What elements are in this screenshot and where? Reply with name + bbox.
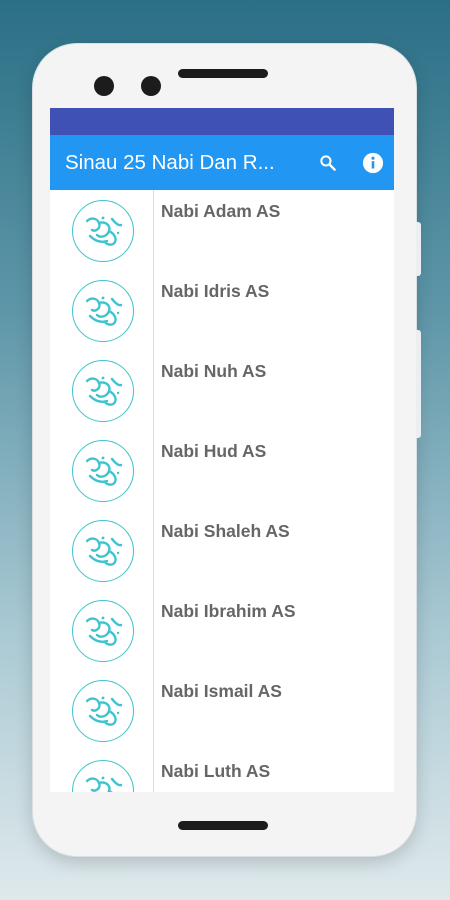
list-item[interactable]: Nabi Luth AS [50, 750, 394, 792]
list-item-thumbnail [50, 270, 154, 350]
status-bar [50, 108, 394, 135]
muhammad-calligraphy-icon [72, 760, 134, 792]
list-item-label: Nabi Shaleh AS [161, 521, 290, 541]
list-item[interactable]: Nabi Idris AS [50, 270, 394, 350]
list-item-thumbnail [50, 350, 154, 430]
muhammad-calligraphy-icon [72, 360, 134, 422]
phone-camera [94, 76, 114, 96]
app-title: Sinau 25 Nabi Dan R... [65, 151, 275, 174]
list-item[interactable]: Nabi Ibrahim AS [50, 590, 394, 670]
list-item[interactable]: Nabi Shaleh AS [50, 510, 394, 590]
muhammad-calligraphy-icon [72, 200, 134, 262]
list-item-label: Nabi Adam AS [161, 201, 281, 221]
list-item-label: Nabi Idris AS [161, 281, 270, 301]
muhammad-calligraphy-icon [72, 600, 134, 662]
app-screen: Sinau 25 Nabi Dan R... Nabi Adam AS Nabi … [50, 108, 394, 792]
search-button[interactable] [314, 149, 341, 176]
phone-volume-button [416, 330, 421, 438]
muhammad-calligraphy-icon [72, 520, 134, 582]
app-bar: Sinau 25 Nabi Dan R... [50, 135, 394, 190]
muhammad-calligraphy-icon [72, 440, 134, 502]
muhammad-calligraphy-icon [72, 680, 134, 742]
list-item[interactable]: Nabi Adam AS [50, 190, 394, 270]
list-item-thumbnail [50, 670, 154, 750]
phone-speaker [178, 69, 268, 78]
phone-sensor [141, 76, 161, 96]
info-button[interactable] [359, 149, 386, 176]
list-item-label: Nabi Luth AS [161, 761, 271, 781]
list-item-label: Nabi Hud AS [161, 441, 267, 461]
phone-home-bar [178, 821, 268, 830]
list-item-label: Nabi Ibrahim AS [161, 601, 296, 621]
prophet-list: Nabi Adam AS Nabi Idris AS Nabi Nuh AS Nabi… [50, 190, 394, 792]
list-item-label: Nabi Ismail AS [161, 681, 282, 701]
list-item-thumbnail [50, 430, 154, 510]
info-icon [362, 152, 383, 173]
list-item-label: Nabi Nuh AS [161, 361, 267, 381]
muhammad-calligraphy-icon [72, 280, 134, 342]
list-item-thumbnail [50, 190, 154, 270]
list-item-thumbnail [50, 750, 154, 792]
list-item-thumbnail [50, 510, 154, 590]
phone-side-button [416, 222, 421, 276]
list-item-thumbnail [50, 590, 154, 670]
search-icon [319, 154, 336, 171]
list-item[interactable]: Nabi Nuh AS [50, 350, 394, 430]
list-item[interactable]: Nabi Ismail AS [50, 670, 394, 750]
list-item[interactable]: Nabi Hud AS [50, 430, 394, 510]
